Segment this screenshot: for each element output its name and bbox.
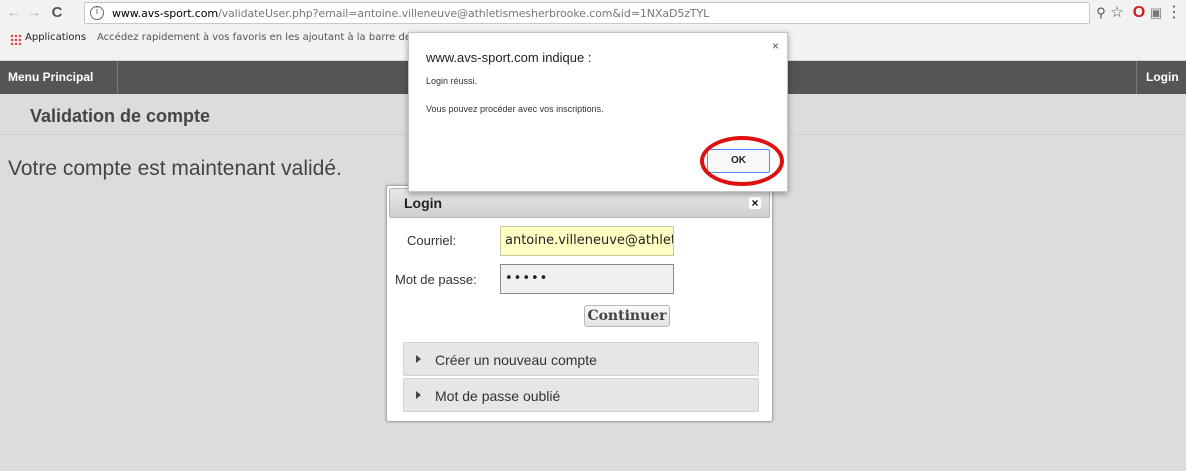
validation-message: Votre compte est maintenant validé.: [8, 157, 342, 180]
extension-icon[interactable]: ▣: [1148, 3, 1164, 23]
reload-icon[interactable]: C: [49, 3, 65, 23]
apps-link[interactable]: Applications: [25, 32, 86, 43]
caret-right-icon: [416, 355, 421, 363]
key-icon[interactable]: ⚲: [1094, 3, 1108, 23]
alert-message-success: Login réussi.: [426, 76, 478, 86]
password-field[interactable]: •••••: [500, 264, 674, 294]
continue-button[interactable]: Continuer: [584, 305, 670, 327]
menu-login-button[interactable]: Login: [1138, 61, 1186, 94]
url-host: www.avs-sport.com: [112, 7, 218, 20]
url-path: /validateUser.php?email=antoine.villeneu…: [218, 7, 710, 20]
menu-principal-button[interactable]: Menu Principal: [0, 61, 101, 94]
info-icon[interactable]: i: [90, 6, 104, 20]
email-label: Courriel:: [407, 233, 457, 248]
alert-message-proceed: Vous pouvez procéder avec vos inscriptio…: [426, 104, 604, 114]
back-icon[interactable]: ←: [6, 3, 22, 23]
email-field[interactable]: antoine.villeneuve@athletis: [500, 226, 674, 256]
alert-title: www.avs-sport.com indique :: [426, 50, 592, 65]
password-label: Mot de passe:: [395, 272, 477, 287]
menu-divider: [1136, 61, 1137, 94]
forgot-password-accordion[interactable]: Mot de passe oublié: [403, 378, 759, 412]
alert-dialog: www.avs-sport.com indique : × Login réus…: [408, 32, 788, 192]
address-bar[interactable]: i www.avs-sport.com/validateUser.php?ema…: [84, 2, 1090, 24]
close-icon[interactable]: ×: [772, 39, 779, 53]
close-icon[interactable]: ×: [749, 197, 761, 209]
login-dialog-title: Login: [404, 195, 443, 211]
create-account-label: Créer un nouveau compte: [435, 352, 597, 368]
browser-menu-icon[interactable]: ⋮: [1166, 3, 1182, 23]
opera-icon[interactable]: O: [1131, 3, 1147, 23]
login-dialog-header[interactable]: Login ×: [389, 188, 770, 218]
browser-toolbar: ← → C i www.avs-sport.com/validateUser.p…: [0, 0, 1186, 27]
create-account-accordion[interactable]: Créer un nouveau compte: [403, 342, 759, 376]
login-dialog: Login × Courriel: antoine.villeneuve@ath…: [386, 185, 773, 422]
url-text[interactable]: www.avs-sport.com/validateUser.php?email…: [112, 7, 709, 20]
ok-button[interactable]: OK: [707, 149, 770, 173]
caret-right-icon: [416, 391, 421, 399]
forgot-password-label: Mot de passe oublié: [435, 388, 561, 404]
star-icon[interactable]: ☆: [1109, 3, 1125, 23]
apps-grid-icon[interactable]: [10, 34, 21, 45]
page-title: Validation de compte: [30, 106, 211, 126]
forward-icon[interactable]: →: [26, 3, 42, 23]
menu-divider: [117, 61, 118, 94]
bookmarks-hint: Accédez rapidement à vos favoris en les …: [97, 32, 436, 43]
